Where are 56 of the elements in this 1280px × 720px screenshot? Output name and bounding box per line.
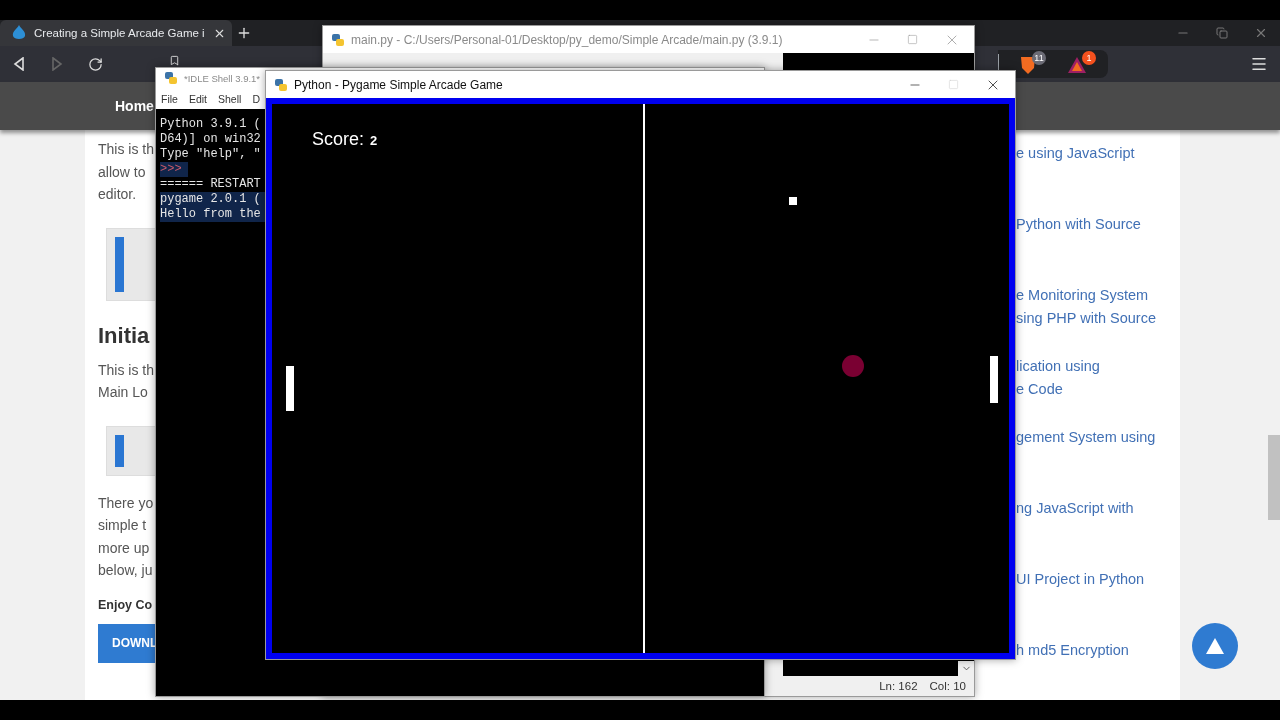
count-badge: 11 <box>1032 51 1046 65</box>
menu-item[interactable]: Shell <box>218 92 242 105</box>
menu-icon[interactable] <box>1250 55 1268 73</box>
sidebar-link[interactable]: UI Project in Python <box>1016 568 1180 591</box>
triangle-icon <box>1206 638 1224 654</box>
browser-tab[interactable]: Creating a Simple Arcade Game i <box>0 20 232 46</box>
paragraph-text: There yo simple t more up below, ju <box>98 493 155 580</box>
triangle-icon[interactable] <box>1068 57 1086 73</box>
sidebar-link[interactable]: sing PHP with Source <box>1016 306 1180 329</box>
menu-item[interactable]: File <box>161 92 178 105</box>
paddle <box>990 356 998 403</box>
score-label: Score: <box>312 129 365 150</box>
window-title: Python - Pygame Simple Arcade Game <box>294 77 503 92</box>
tab-title: Creating a Simple Arcade Game i <box>34 27 205 39</box>
snake-icon <box>274 77 288 92</box>
python-icon <box>164 71 178 85</box>
output-line: D64)] on win32 <box>160 132 261 147</box>
count-badge: 1 <box>1082 51 1096 65</box>
scroll-top-button[interactable] <box>1192 623 1238 669</box>
sidebar-link[interactable]: lication using <box>1016 355 1180 378</box>
restore-icon[interactable] <box>1216 27 1228 39</box>
status-text: Col: 10 <box>929 680 966 692</box>
prompt-text: >>> <box>160 162 188 177</box>
bold-text: Enjoy Co <box>98 596 154 614</box>
forward-icon[interactable] <box>50 57 64 71</box>
section-heading: Initia <box>98 321 151 350</box>
shield-icon[interactable] <box>1020 57 1035 74</box>
drop-icon <box>12 25 26 41</box>
sidebar-link[interactable]: h md5 Encryption <box>1016 639 1180 662</box>
close-icon[interactable] <box>1254 26 1268 40</box>
python-icon <box>331 32 345 47</box>
sidebar-link[interactable]: ng JavaScript with <box>1016 497 1180 520</box>
reload-icon[interactable] <box>88 56 103 72</box>
bookmark-icon[interactable] <box>169 54 180 66</box>
status-text: Ln: 162 <box>879 680 918 692</box>
address-field[interactable]: 11 1 <box>998 50 1108 78</box>
paddle <box>286 366 294 411</box>
back-icon[interactable] <box>12 57 26 71</box>
score-value: 2 <box>370 133 378 148</box>
sidebar-link[interactable]: e Monitoring System <box>1016 284 1180 307</box>
output-line: ====== RESTART <box>160 177 261 192</box>
sidebar-link[interactable]: e Code <box>1016 377 1180 400</box>
output-line: Python 3.9.1 ( <box>160 117 261 132</box>
dot <box>842 355 864 377</box>
sidebar-link[interactable]: gement System using <box>1016 426 1180 449</box>
menu-item[interactable]: D <box>252 92 260 105</box>
window-title: main.py - C:/Users/Personal-01/Desktop/py_demo/Simple Arcade/main.py (3.9.1) <box>351 32 783 47</box>
nav-link[interactable]: Home <box>115 98 154 114</box>
paragraph-text: This is th Main Lo <box>98 360 155 402</box>
sidebar-link[interactable]: e using JavaScript <box>1016 142 1180 165</box>
output-line: Type "help", " <box>160 147 261 162</box>
sidebar-link[interactable]: Python with Source <box>1016 213 1180 236</box>
menu-item[interactable]: Edit <box>188 92 207 105</box>
paragraph-text: This is th allow to editor. <box>98 140 155 204</box>
window-title: *IDLE Shell 3.9.1* <box>184 72 261 84</box>
download-button[interactable]: DOWNL <box>98 623 155 663</box>
